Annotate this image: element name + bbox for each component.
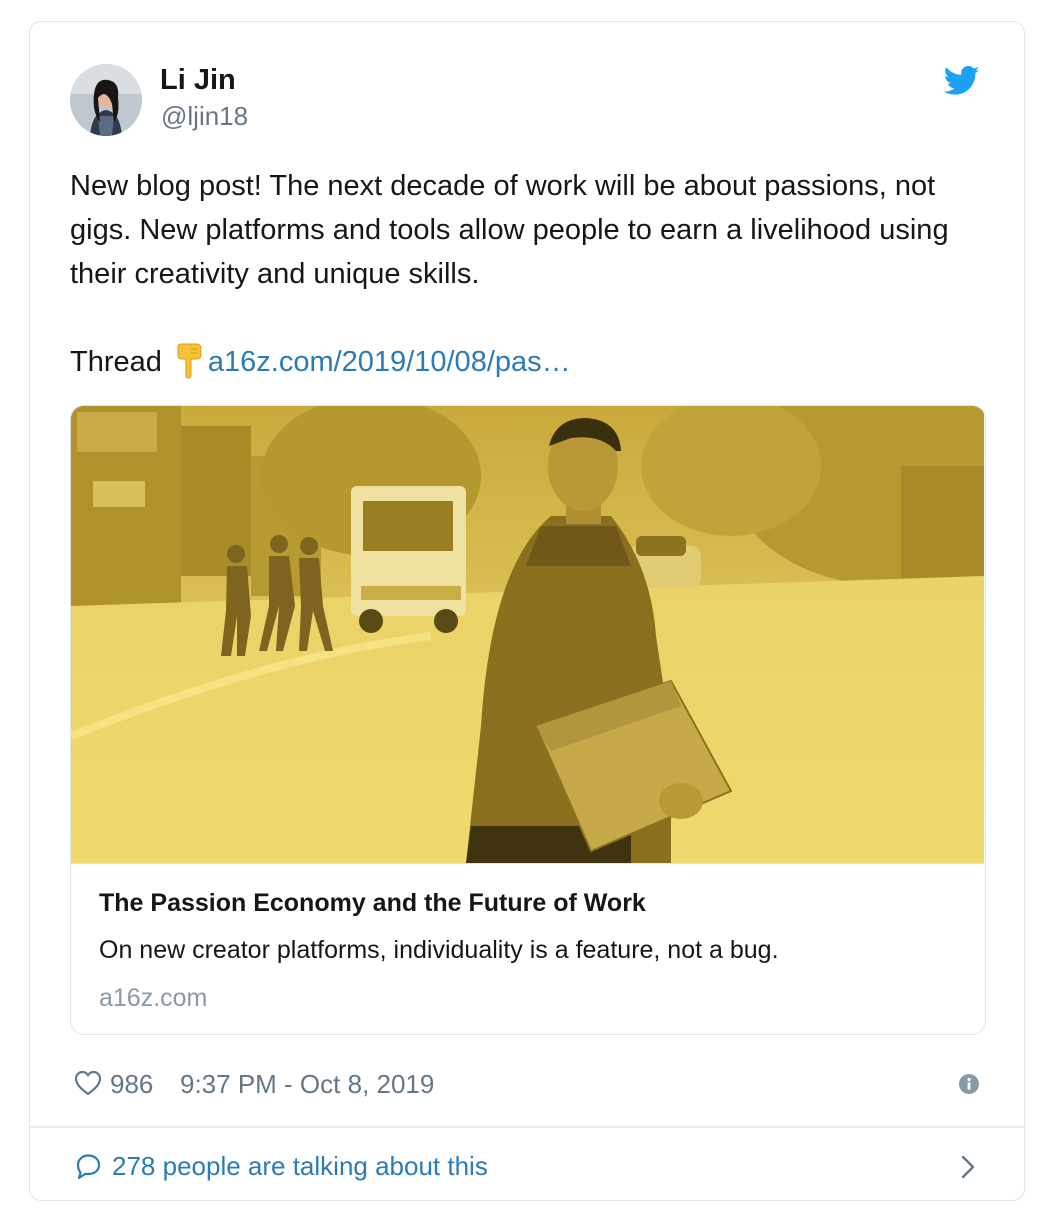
conversation-link[interactable]: 278 people are talking about this <box>70 1146 984 1186</box>
twitter-bird-icon[interactable] <box>944 66 980 96</box>
info-icon[interactable] <box>958 1073 980 1095</box>
chevron-right-icon[interactable] <box>960 1154 976 1180</box>
author-name[interactable]: Li Jin <box>160 62 236 98</box>
avatar[interactable] <box>70 64 142 136</box>
tweet-card: Li Jin @ljin18 New blog post! The next d… <box>29 21 1025 1201</box>
reply-bubble-icon <box>76 1154 101 1180</box>
heart-icon[interactable] <box>74 1070 102 1096</box>
backhand-index-pointing-down-icon <box>177 343 202 379</box>
author-handle[interactable]: @ljin18 <box>161 100 248 132</box>
like-count[interactable]: 986 <box>110 1066 153 1102</box>
tweet-thread-line: Thread a16z.com/2019/10/08/pas… <box>70 340 990 384</box>
timestamp[interactable]: 9:37 PM - Oct 8, 2019 <box>180 1066 434 1102</box>
tweet-link[interactable]: a16z.com/2019/10/08/pas… <box>208 346 571 378</box>
tweet-header: Li Jin @ljin18 <box>70 62 984 136</box>
thread-label: Thread <box>70 346 162 378</box>
card-image[interactable] <box>71 406 984 864</box>
divider <box>30 1126 1024 1128</box>
link-preview-card[interactable]: The Passion Economy and the Future of Wo… <box>70 405 986 1035</box>
conversation-text[interactable]: 278 people are talking about this <box>112 1148 488 1184</box>
tweet-meta: 986 9:37 PM - Oct 8, 2019 <box>70 1066 984 1102</box>
card-domain: a16z.com <box>99 984 208 1012</box>
tweet-text: New blog post! The next decade of work w… <box>70 164 990 384</box>
tweet-body: New blog post! The next decade of work w… <box>70 170 949 290</box>
card-title[interactable]: The Passion Economy and the Future of Wo… <box>99 886 646 920</box>
card-description: On new creator platforms, individuality … <box>99 936 779 964</box>
